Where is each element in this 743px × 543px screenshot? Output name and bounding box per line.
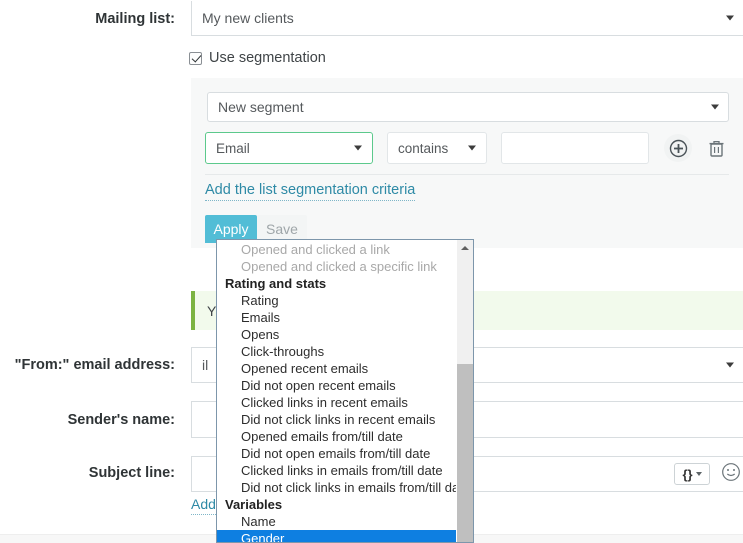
dropdown-option[interactable]: Opened and clicked a link <box>217 241 457 258</box>
dropdown-option[interactable]: Opened and clicked a specific link <box>217 258 457 275</box>
from-email-value: il <box>202 357 208 373</box>
dropdown-option[interactable]: Opened emails from/till date <box>217 428 457 445</box>
dropdown-option[interactable]: Click-throughs <box>217 343 457 360</box>
add-list-segmentation-criteria-link[interactable]: Add the list segmentation criteria <box>205 182 415 201</box>
scroll-up-arrow-button[interactable] <box>457 240 473 256</box>
from-email-label: "From:" email address: <box>0 357 175 373</box>
chevron-down-icon <box>711 105 719 110</box>
dropdown-option[interactable]: Did not click links in recent emails <box>217 411 457 428</box>
dropdown-group-header: Variables <box>217 496 457 513</box>
criteria-field-value: Email <box>216 141 250 156</box>
dropdown-scrollbar[interactable] <box>456 240 473 542</box>
chevron-down-icon <box>468 146 476 151</box>
dropdown-option[interactable]: Opened recent emails <box>217 360 457 377</box>
chevron-down-icon <box>696 472 702 476</box>
insert-variable-button[interactable]: {} <box>674 463 710 485</box>
dropdown-option[interactable]: Did not open emails from/till date <box>217 445 457 462</box>
use-segmentation-row[interactable]: Use segmentation <box>189 50 326 66</box>
criteria-operator-select[interactable]: contains <box>387 132 487 164</box>
dropdown-group-header: Rating and stats <box>217 275 457 292</box>
criteria-field-select[interactable]: Email <box>205 132 373 164</box>
emoji-picker-button[interactable] <box>721 462 741 482</box>
use-segmentation-checkbox[interactable] <box>189 52 202 65</box>
mailing-list-label: Mailing list: <box>0 11 175 27</box>
mailing-list-value: My new clients <box>202 10 294 26</box>
chevron-down-icon <box>726 363 734 368</box>
delete-criteria-row-button[interactable] <box>704 136 728 160</box>
add-criteria-row-button[interactable] <box>664 134 692 162</box>
scrollbar-thumb[interactable] <box>457 364 473 542</box>
page-root: Mailing list: My new clients Use segment… <box>0 0 743 543</box>
mailing-list-select[interactable]: My new clients <box>191 1 743 36</box>
dropdown-option[interactable]: Clicked links in recent emails <box>217 394 457 411</box>
dropdown-option[interactable]: Rating <box>217 292 457 309</box>
chevron-down-icon <box>726 16 734 21</box>
dropdown-option[interactable]: Did not click links in emails from/till … <box>217 479 457 496</box>
sender-name-label: Sender's name: <box>0 412 175 428</box>
trash-icon <box>708 139 725 158</box>
chevron-down-icon <box>354 146 362 151</box>
dropdown-option[interactable]: Did not open recent emails <box>217 377 457 394</box>
smiley-icon <box>721 462 741 482</box>
dropdown-option[interactable]: Gender <box>217 530 474 543</box>
plus-circle-icon <box>669 139 688 158</box>
dropdown-option-list: Opened and clicked a linkOpened and clic… <box>217 240 457 543</box>
field-options-dropdown[interactable]: Opened and clicked a linkOpened and clic… <box>216 239 474 543</box>
criteria-operator-value: contains <box>398 141 448 156</box>
add-link[interactable]: Add <box>191 496 216 515</box>
dropdown-option[interactable]: Clicked links in emails from/till date <box>217 462 457 479</box>
dropdown-option[interactable]: Name <box>217 513 457 530</box>
segmentation-panel: New segment Email contains <box>191 78 743 248</box>
segment-select-value: New segment <box>218 99 304 115</box>
criteria-value-input[interactable] <box>501 132 649 164</box>
caret-up-icon <box>461 246 469 250</box>
braces-icon: {} <box>682 468 692 481</box>
dropdown-option[interactable]: Emails <box>217 309 457 326</box>
subject-line-label: Subject line: <box>0 465 175 481</box>
success-notice-text: Y <box>207 303 216 319</box>
segment-select[interactable]: New segment <box>207 92 729 122</box>
criteria-divider <box>205 174 729 175</box>
use-segmentation-label: Use segmentation <box>209 50 326 66</box>
dropdown-option[interactable]: Opens <box>217 326 457 343</box>
